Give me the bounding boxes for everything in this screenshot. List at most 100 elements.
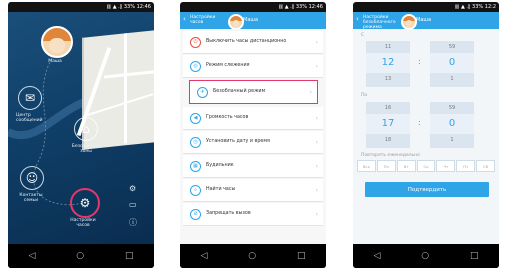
day-toggle[interactable]: Чт — [436, 160, 456, 172]
day-toggle[interactable]: Сб — [476, 160, 496, 172]
back-icon[interactable]: ◁ — [373, 251, 380, 261]
repeat-label: Повторять еженедельно — [361, 153, 420, 158]
day-toggle[interactable]: Пн — [376, 160, 396, 172]
time-separator: : — [418, 118, 421, 127]
messages-label: Центр сообщений — [16, 113, 43, 123]
volume-icon: ◀ — [190, 112, 201, 124]
safe-zones-button[interactable]: ⌂ — [74, 117, 98, 141]
day-toggle[interactable]: Пт — [456, 160, 476, 172]
avatar[interactable] — [41, 26, 73, 58]
chevron-right-icon: › — [315, 138, 318, 146]
prev-value: 59 — [448, 44, 456, 50]
chevron-right-icon: › — [309, 88, 312, 96]
contacts-label: Контакты семьи — [19, 193, 43, 203]
status-indicators: ▥ ▲ .∥ 33% — [454, 4, 484, 10]
selected-hour: 17 — [366, 114, 410, 134]
menu-item-volume[interactable]: ◀ Громкость часов › — [183, 107, 323, 130]
contacts-button[interactable]: ☺ — [20, 166, 44, 190]
info-icon[interactable]: ⓘ — [129, 217, 137, 228]
recent-apps-icon[interactable]: □ — [470, 251, 479, 261]
recent-apps-icon[interactable]: □ — [297, 251, 306, 261]
mail-icon: ✉ — [24, 91, 36, 105]
menu-item-label: Будильник — [206, 163, 234, 169]
selected-minute: 0 — [430, 114, 474, 134]
person-icon: ☺ — [25, 171, 39, 185]
status-time: 12:46 — [308, 4, 323, 10]
menu-item-date-time[interactable]: ◷ Установить дату и время › — [183, 131, 323, 154]
screen-icon[interactable]: ▭ — [129, 200, 137, 209]
settings-list: ⏻ Выключить часы дистанционно › ◎ Режим … — [180, 29, 326, 244]
home-icon[interactable]: ○ — [421, 251, 429, 261]
back-icon[interactable]: ◁ — [28, 251, 35, 261]
menu-item-label: Найти часы — [206, 187, 236, 193]
menu-item-find-watch[interactable]: ⌕ Найти часы › — [183, 179, 323, 202]
to-label: По — [361, 93, 368, 98]
messages-button[interactable]: ✉ — [18, 86, 42, 110]
confirm-button[interactable]: Подтвердить — [365, 182, 489, 197]
weekday-selector: Вск Пн Вт Ср Чт Пт Сб — [357, 160, 496, 172]
phone-settings-screen: ▥ ▲ .∥ 33% 12:46 ‹ Настройки часов Маша … — [180, 2, 326, 268]
menu-item-tracking[interactable]: ◎ Режим слежения › — [183, 55, 323, 78]
safe-zone-icon: ⌂ — [82, 122, 90, 136]
next-value: 13 — [384, 76, 392, 82]
quiet-mode-form: С 11 12 13 : 59 0 1 По 16 17 18 : 59 0 1… — [353, 29, 499, 244]
next-value: 18 — [384, 137, 392, 143]
nav-bar: ◁ ○ □ — [8, 244, 154, 268]
chevron-right-icon: › — [315, 38, 318, 46]
avatar — [228, 14, 244, 30]
child-name: Маша — [416, 17, 432, 23]
location-icon: ◎ — [190, 60, 201, 72]
prev-value: 16 — [384, 105, 392, 111]
home-icon[interactable]: ○ — [248, 251, 256, 261]
find-icon: ⌕ — [190, 184, 201, 196]
to-time-picker[interactable]: 16 17 18 : 59 0 1 — [366, 102, 478, 148]
chevron-right-icon: › — [315, 62, 318, 70]
back-arrow-icon[interactable]: ‹ — [356, 16, 359, 23]
menu-item-quiet-mode[interactable]: ✈ Безоблачный режим › — [189, 80, 318, 104]
menu-item-label: Установить дату и время — [206, 139, 270, 145]
menu-item-label: Выключить часы дистанционно — [206, 39, 287, 45]
from-label: С — [361, 33, 365, 38]
menu-item-label: Громкость часов — [206, 115, 249, 121]
status-time: 12:2 — [484, 4, 496, 10]
next-value: 1 — [450, 137, 454, 143]
day-toggle[interactable]: Ср — [416, 160, 436, 172]
status-bar: ▥ ▲ .∥ 33% 12:46 — [8, 2, 154, 12]
page-title: Настройки часов — [190, 15, 216, 25]
avatar — [401, 14, 417, 30]
from-hour-wheel[interactable]: 11 12 13 — [366, 41, 410, 87]
from-minute-wheel[interactable]: 59 0 1 — [430, 41, 474, 87]
status-bar: ▥ ▲ .∥ 33% 12:46 — [180, 2, 326, 12]
from-time-picker[interactable]: 11 12 13 : 59 0 1 — [366, 41, 478, 87]
watch-settings-label: Настройки часов — [70, 218, 96, 228]
header: ‹ Настройки безоблачного режима Маша — [353, 12, 499, 30]
selected-minute: 0 — [430, 53, 474, 73]
chevron-right-icon: › — [315, 114, 318, 122]
menu-item-alarm[interactable]: ▦ Будильник › — [183, 155, 323, 178]
status-indicators: ▥ ▲ .∥ 33% — [106, 4, 135, 10]
day-toggle[interactable]: Вск — [357, 160, 376, 172]
avatar-label: Маша — [48, 59, 62, 64]
header: ‹ Настройки часов Маша — [180, 12, 326, 30]
to-minute-wheel[interactable]: 59 0 1 — [430, 102, 474, 148]
phone-quiet-mode-screen: ▥ ▲ .∥ 33% 12:2 ‹ Настройки безоблачного… — [353, 2, 499, 268]
home-icon[interactable]: ○ — [76, 251, 84, 261]
back-arrow-icon[interactable]: ‹ — [183, 16, 186, 23]
menu-item-power-off[interactable]: ⏻ Выключить часы дистанционно › — [183, 31, 323, 54]
power-icon: ⏻ — [190, 36, 201, 48]
to-hour-wheel[interactable]: 16 17 18 — [366, 102, 410, 148]
chevron-right-icon: › — [315, 210, 318, 218]
watch-settings-button[interactable]: ⚙ — [70, 188, 100, 218]
next-value: 1 — [450, 76, 454, 82]
settings-icon[interactable]: ⚙ — [129, 184, 136, 193]
chevron-right-icon: › — [315, 162, 318, 170]
home-screen: Маша ✉ Центр сообщений ⌂ Безопасные зоны… — [8, 12, 154, 244]
day-toggle[interactable]: Вт — [396, 160, 416, 172]
status-indicators: ▥ ▲ .∥ 33% — [278, 4, 307, 10]
phone-home-screen: ▥ ▲ .∥ 33% 12:46 Маша ✉ Центр сообщений … — [8, 2, 154, 268]
menu-item-block-calls[interactable]: ⊘ Запрещать вызов › — [183, 203, 323, 226]
safe-zones-label: Безопасные зоны — [71, 144, 101, 154]
recent-apps-icon[interactable]: □ — [125, 251, 134, 261]
back-icon[interactable]: ◁ — [200, 251, 207, 261]
nav-bar: ◁ ○ □ — [180, 244, 326, 268]
